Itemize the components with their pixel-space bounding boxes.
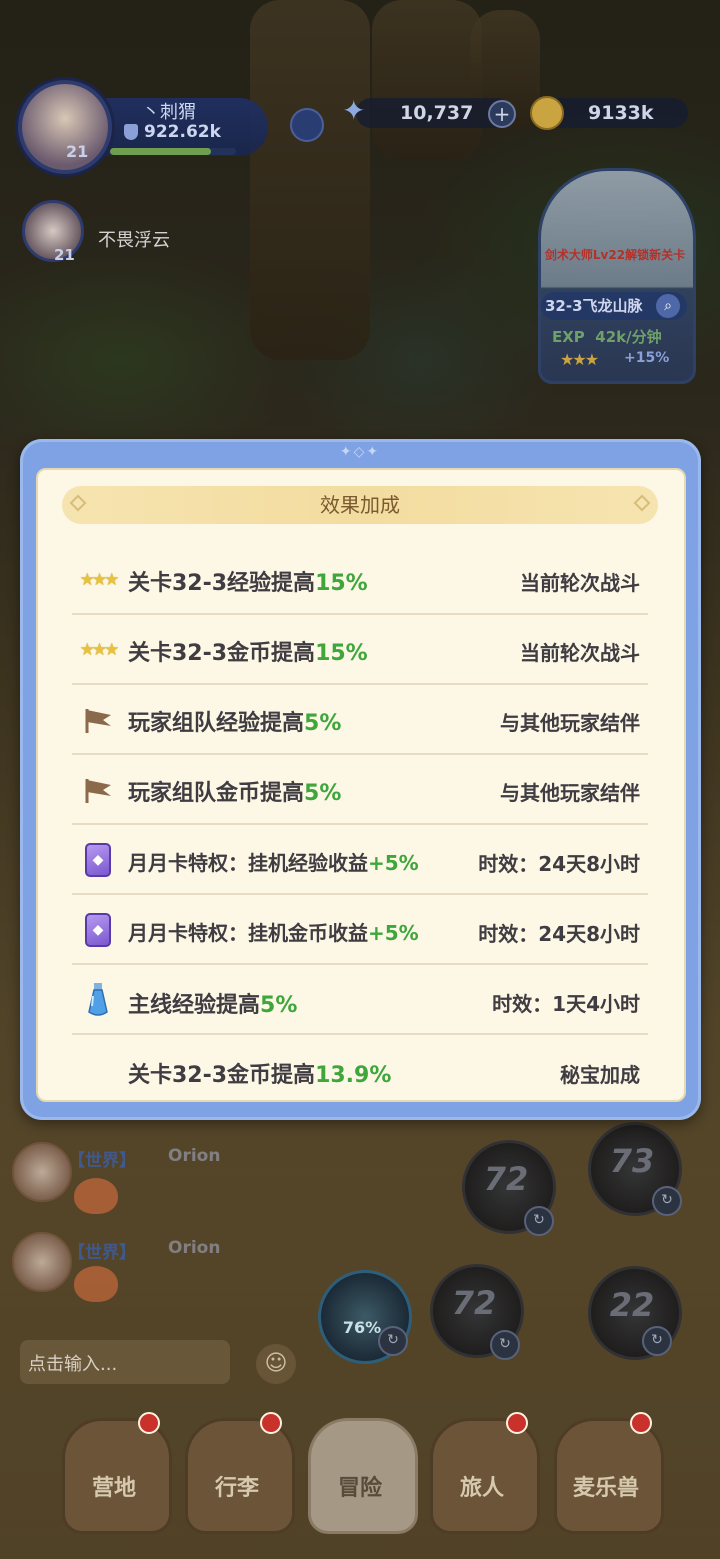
guild-icon[interactable]	[290, 108, 324, 142]
monthly-card-icon: ◆	[72, 842, 124, 878]
chat-avatar[interactable]	[12, 1142, 72, 1202]
skill-cooldown: 72	[483, 1160, 529, 1198]
refresh-icon: ↻	[490, 1330, 520, 1360]
bonus-condition: 与其他玩家结伴	[500, 781, 640, 805]
ally-level: 21	[54, 246, 75, 264]
emoji-button[interactable]: ☺	[256, 1344, 296, 1384]
bonus-row-label: 关卡32-3金币提高15%	[128, 641, 368, 666]
chat-channel-tag: 【世界】	[68, 1243, 136, 1263]
chat-input-placeholder: 点击输入...	[28, 1354, 118, 1375]
gem-amount: 10,737	[400, 102, 474, 124]
player-power: 922.62k	[144, 122, 221, 142]
bonus-value: +5%	[368, 921, 419, 945]
player-level: 21	[66, 142, 89, 161]
chat-sender-name[interactable]: Orion	[168, 1146, 220, 1166]
bonus-condition: 秘宝加成	[560, 1063, 640, 1087]
nav-luggage-label: 行李	[214, 1476, 259, 1501]
gold-amount: 9133k	[588, 102, 654, 124]
gold-coin-icon	[530, 96, 564, 130]
bonus-row-label: 月月卡特权：挂机经验收益+5%	[128, 851, 419, 875]
stage-exp-rate: EXP 42k/分钟	[552, 326, 662, 347]
player-name: 丶刺猬	[142, 102, 196, 123]
chat-pet-icon	[74, 1178, 118, 1214]
add-gems-button[interactable]: +	[488, 100, 516, 128]
nav-travelers-badge	[506, 1412, 528, 1434]
nav-camp-badge	[138, 1412, 160, 1434]
team-flag-icon	[72, 772, 124, 808]
nav-travelers-label: 旅人	[459, 1476, 504, 1501]
bonus-row-label: 关卡32-3金币提高13.9%	[128, 1063, 392, 1088]
bonus-value: 5%	[304, 781, 342, 806]
bonus-row-label: 关卡32-3经验提高15%	[128, 571, 368, 596]
refresh-icon: ↻	[652, 1186, 682, 1216]
chat-pet-icon	[74, 1266, 118, 1302]
gem-star-icon: ✦	[342, 94, 366, 127]
monthly-card-icon: ◆	[72, 912, 124, 948]
bonus-condition: 当前轮次战斗	[520, 641, 640, 665]
nav-adventure-label: 冒险	[337, 1476, 382, 1501]
nav-pets-label: 麦乐兽	[572, 1476, 639, 1501]
chat-channel-tag: 【世界】	[68, 1151, 136, 1171]
bonus-value: 5%	[304, 711, 342, 736]
bonus-condition: 时效：24天8小时	[478, 922, 640, 946]
bonus-row-label: 主线经验提高5%	[128, 993, 298, 1018]
bonus-condition: 时效：1天4小时	[492, 992, 640, 1016]
three-stars-icon: ★★★	[79, 570, 120, 590]
power-progress-fill	[110, 148, 211, 155]
team-flag-icon	[72, 702, 124, 738]
bonus-condition: 时效：24天8小时	[478, 852, 640, 876]
ally-name: 不畏浮云	[98, 230, 170, 251]
three-stars-icon: ★★★	[79, 640, 120, 660]
chat-avatar[interactable]	[12, 1232, 72, 1292]
bonus-value: 15%	[315, 571, 368, 596]
bonus-condition: 与其他玩家结伴	[500, 711, 640, 735]
dialog-title: 效果加成	[320, 493, 400, 517]
exp-label: EXP	[552, 328, 585, 346]
stage-stars-icon: ★★★	[560, 350, 599, 369]
power-progress-bar	[110, 148, 236, 155]
bonus-row-label: 玩家组队金币提高5%	[128, 781, 342, 806]
search-icon[interactable]: ⌕	[656, 294, 680, 318]
skill-cooldown: 72	[451, 1284, 497, 1322]
bonus-value: 13.9%	[315, 1063, 392, 1088]
potion-icon	[72, 982, 124, 1018]
bonus-value: 15%	[315, 641, 368, 666]
skill-cooldown: 73	[609, 1142, 655, 1180]
power-shield-icon	[124, 124, 138, 140]
nav-camp-label: 营地	[91, 1476, 136, 1501]
skill-cooldown: 22	[609, 1286, 655, 1324]
dialog-ornament: ✦◇✦	[339, 444, 381, 460]
chat-sender-name[interactable]: Orion	[168, 1238, 220, 1258]
bonus-value: +5%	[368, 851, 419, 875]
nav-pets-badge	[630, 1412, 652, 1434]
exp-rate-value: 42k/分钟	[595, 328, 662, 346]
stage-bonus: +15%	[624, 350, 670, 366]
bonus-value: 5%	[260, 993, 298, 1018]
refresh-icon: ↻	[378, 1326, 408, 1356]
bonus-row-label: 月月卡特权：挂机金币收益+5%	[128, 921, 419, 945]
refresh-icon: ↻	[642, 1326, 672, 1356]
nav-luggage-badge	[260, 1412, 282, 1434]
bonus-condition: 当前轮次战斗	[520, 571, 640, 595]
player-avatar[interactable]	[18, 80, 112, 174]
refresh-icon: ↻	[524, 1206, 554, 1236]
stage-unlock-hint: 剑术大师Lv22解锁新关卡	[544, 248, 686, 262]
bonus-row-label: 玩家组队经验提高5%	[128, 711, 342, 736]
